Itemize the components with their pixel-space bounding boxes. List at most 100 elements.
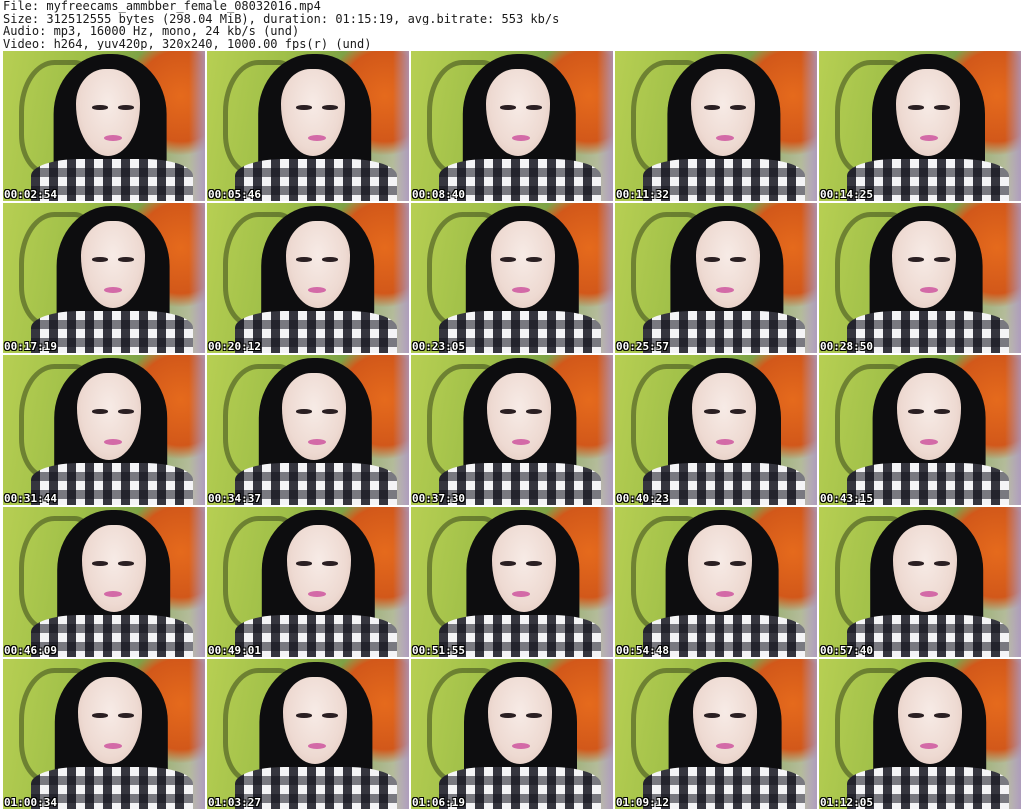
lips-shape xyxy=(512,287,531,293)
right-eye xyxy=(526,561,543,566)
lips-shape xyxy=(104,743,123,749)
right-eye xyxy=(526,257,543,262)
right-eye xyxy=(730,257,747,262)
right-eye xyxy=(526,713,543,718)
left-eye xyxy=(907,713,925,718)
video-frame-thumbnail: 00:02:54 xyxy=(3,51,205,201)
right-eye xyxy=(118,105,135,110)
left-eye xyxy=(295,105,313,110)
left-eye xyxy=(703,409,721,414)
lips-shape xyxy=(308,287,327,293)
left-eye xyxy=(91,257,109,262)
left-eye xyxy=(499,561,517,566)
left-eye xyxy=(295,561,313,566)
video-frame-thumbnail: 00:37:30 xyxy=(411,355,613,505)
lips-shape xyxy=(920,743,939,749)
lips-shape xyxy=(308,743,327,749)
left-eye xyxy=(703,713,721,718)
lips-shape xyxy=(512,439,531,445)
video-frame-thumbnail: 00:25:57 xyxy=(615,203,817,353)
right-eye xyxy=(730,561,747,566)
right-eye xyxy=(118,713,135,718)
video-frame-thumbnail: 01:09:12 xyxy=(615,659,817,809)
left-eye xyxy=(703,561,721,566)
video-frame-thumbnail: 00:17:19 xyxy=(3,203,205,353)
lips-shape xyxy=(716,591,735,597)
video-frame-thumbnail: 00:40:23 xyxy=(615,355,817,505)
left-eye xyxy=(295,713,313,718)
video-frame-thumbnail: 00:54:48 xyxy=(615,507,817,657)
lips-shape xyxy=(308,439,327,445)
frame-timestamp: 00:14:25 xyxy=(820,188,873,201)
video-frame-thumbnail: 01:06:19 xyxy=(411,659,613,809)
frame-timestamp: 00:51:55 xyxy=(412,644,465,657)
right-eye xyxy=(322,713,339,718)
frame-timestamp: 00:08:40 xyxy=(412,188,465,201)
video-frame-thumbnail: 00:31:44 xyxy=(3,355,205,505)
file-name-line: File: myfreecams_ammbber_female_08032016… xyxy=(3,0,321,13)
right-eye xyxy=(322,409,339,414)
video-frame-thumbnail: 00:51:55 xyxy=(411,507,613,657)
frame-timestamp: 00:57:40 xyxy=(820,644,873,657)
frame-timestamp: 00:11:32 xyxy=(616,188,669,201)
right-eye xyxy=(730,713,747,718)
video-frame-thumbnail: 00:57:40 xyxy=(819,507,1021,657)
video-frame-thumbnail: 00:20:12 xyxy=(207,203,409,353)
lips-shape xyxy=(308,135,327,141)
lips-shape xyxy=(920,439,939,445)
file-size-line: Size: 312512555 bytes (298.04 MiB), dura… xyxy=(3,12,560,25)
video-frame-thumbnail: 01:03:27 xyxy=(207,659,409,809)
frame-timestamp: 01:09:12 xyxy=(616,796,669,809)
frame-timestamp: 00:28:50 xyxy=(820,340,873,353)
lips-shape xyxy=(716,439,735,445)
left-eye xyxy=(499,409,517,414)
lips-shape xyxy=(308,591,327,597)
frame-timestamp: 00:40:23 xyxy=(616,492,669,505)
right-eye xyxy=(730,105,747,110)
frame-timestamp: 00:49:01 xyxy=(208,644,261,657)
lips-shape xyxy=(512,743,531,749)
frame-timestamp: 00:25:57 xyxy=(616,340,669,353)
frame-timestamp: 00:02:54 xyxy=(4,188,57,201)
left-eye xyxy=(907,409,925,414)
video-frame-thumbnail: 01:00:34 xyxy=(3,659,205,809)
right-eye xyxy=(730,409,747,414)
video-frame-thumbnail: 00:11:32 xyxy=(615,51,817,201)
left-eye xyxy=(91,561,109,566)
left-eye xyxy=(499,105,517,110)
frame-timestamp: 01:12:05 xyxy=(820,796,873,809)
lips-shape xyxy=(716,743,735,749)
right-eye xyxy=(934,713,951,718)
frame-timestamp: 00:05:46 xyxy=(208,188,261,201)
right-eye xyxy=(118,409,135,414)
frame-timestamp: 00:23:05 xyxy=(412,340,465,353)
left-eye xyxy=(499,257,517,262)
thumbnail-grid: 00:02:54 00:05:46 00:08:40 00:11:32 00:14:25… xyxy=(3,51,1021,811)
video-frame-thumbnail: 00:28:50 xyxy=(819,203,1021,353)
left-eye xyxy=(91,713,109,718)
lips-shape xyxy=(920,135,939,141)
video-info-line: Video: h264, yuv420p, 320x240, 1000.00 f… xyxy=(3,37,372,50)
left-eye xyxy=(703,257,721,262)
lips-shape xyxy=(920,287,939,293)
frame-timestamp: 01:03:27 xyxy=(208,796,261,809)
left-eye xyxy=(499,713,517,718)
frame-timestamp: 01:06:19 xyxy=(412,796,465,809)
video-frame-thumbnail: 00:43:15 xyxy=(819,355,1021,505)
frame-timestamp: 00:17:19 xyxy=(4,340,57,353)
right-eye xyxy=(322,257,339,262)
video-frame-thumbnail: 01:12:05 xyxy=(819,659,1021,809)
video-frame-thumbnail: 00:49:01 xyxy=(207,507,409,657)
right-eye xyxy=(934,105,951,110)
video-frame-thumbnail: 00:05:46 xyxy=(207,51,409,201)
video-frame-thumbnail: 00:46:09 xyxy=(3,507,205,657)
lips-shape xyxy=(512,591,531,597)
file-info-header: File: myfreecams_ammbber_female_08032016… xyxy=(3,0,1019,50)
audio-info-line: Audio: mp3, 16000 Hz, mono, 24 kb/s (und… xyxy=(3,25,300,38)
left-eye xyxy=(907,561,925,566)
left-eye xyxy=(907,105,925,110)
right-eye xyxy=(322,561,339,566)
lips-shape xyxy=(104,591,123,597)
left-eye xyxy=(295,409,313,414)
right-eye xyxy=(934,561,951,566)
